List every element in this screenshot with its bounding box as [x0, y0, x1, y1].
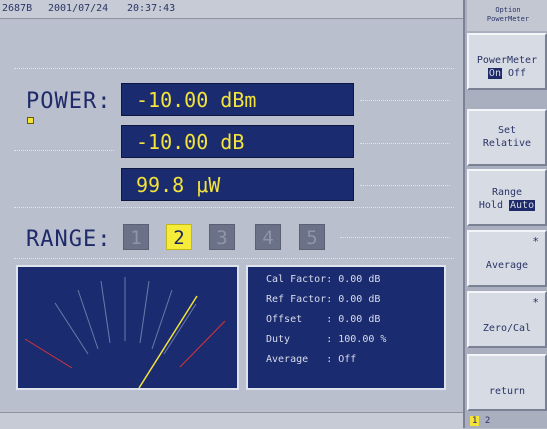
return-softkey[interactable]: return — [467, 354, 547, 411]
meter-tick — [54, 302, 89, 355]
meter-scale — [24, 277, 226, 389]
zero-cal-softkey[interactable]: * Zero/Cal — [467, 291, 547, 348]
hold-option: Hold — [478, 200, 503, 211]
set-relative-line1: Set — [497, 125, 517, 136]
range-box-1: 1 — [123, 224, 149, 250]
onoff-state: On Off — [469, 68, 545, 79]
date-text: 2001/07/24 — [48, 3, 109, 14]
meter-tick — [77, 289, 99, 350]
menu-title-line1: Option — [495, 6, 521, 14]
meter-tick — [139, 280, 150, 344]
page-next: 2 — [484, 416, 491, 426]
range-box-5: 5 — [299, 224, 325, 250]
menu-title-line2: PowerMeter — [486, 15, 530, 23]
meter-tick-red-right — [179, 320, 226, 368]
dotted-guide — [14, 258, 454, 260]
off-option: Off — [508, 68, 527, 79]
ref-factor-row: Ref Factor: 0.00 dB — [266, 294, 381, 305]
main-display: 2687B 2001/07/24 20:37:43 POWER: -10.00 … — [0, 0, 463, 429]
set-relative-softkey[interactable]: Set Relative — [467, 109, 547, 166]
range-mode-state: Hold Auto — [469, 200, 545, 211]
offset-row: Offset : 0.00 dB — [266, 314, 381, 325]
dotted-guide — [360, 143, 450, 145]
return-label: return — [488, 386, 526, 397]
duty-row: Duty : 100.00 % — [266, 334, 387, 345]
range-box-4: 4 — [255, 224, 281, 250]
average-label: Average — [485, 260, 529, 271]
power-label: POWER: — [26, 89, 112, 114]
softkey-panel: Option PowerMeter PowerMeter On Off Set … — [463, 0, 547, 428]
meter-tick — [100, 280, 111, 344]
dotted-guide — [360, 100, 450, 102]
softkey-menu-title: Option PowerMeter — [467, 0, 547, 31]
range-hold-auto-softkey[interactable]: Range Hold Auto — [467, 169, 547, 226]
average-softkey[interactable]: * Average — [467, 230, 547, 287]
submenu-mark: * — [532, 296, 539, 309]
range-mode-label: Range — [491, 187, 523, 198]
dotted-guide — [14, 68, 454, 70]
meter-tick — [163, 303, 197, 355]
time-text: 20:37:43 — [127, 3, 176, 14]
cal-factor-row: Cal Factor: 0.00 dB — [266, 274, 381, 285]
average-row: Average : Off — [266, 354, 357, 365]
dotted-guide — [14, 207, 454, 209]
power-reading-watts: 99.8 μW — [121, 168, 354, 201]
range-box-3: 3 — [209, 224, 235, 250]
dotted-guide — [14, 150, 114, 152]
on-option: On — [487, 68, 502, 79]
range-label: RANGE: — [26, 227, 112, 252]
power-reading-dbm: -10.00 dBm — [121, 83, 354, 116]
bottom-status-bar — [0, 412, 463, 429]
page-indicator: 1 2 — [470, 416, 490, 426]
set-relative-line2: Relative — [482, 138, 532, 149]
powermeter-onoff-softkey[interactable]: PowerMeter On Off — [467, 33, 547, 90]
relative-marker — [27, 117, 34, 124]
settings-panel: Cal Factor: 0.00 dB Ref Factor: 0.00 dB … — [246, 265, 446, 390]
range-box-2: 2 — [166, 224, 192, 250]
model-number: 2687B — [2, 3, 33, 14]
powermeter-label: PowerMeter — [476, 55, 538, 66]
auto-option: Auto — [509, 200, 536, 211]
dotted-guide — [340, 237, 450, 239]
page-current: 1 — [470, 416, 480, 426]
power-reading-db: -10.00 dB — [121, 125, 354, 158]
dotted-guide — [360, 185, 450, 187]
meter-needle — [138, 295, 198, 389]
zero-cal-label: Zero/Cal — [482, 323, 532, 334]
submenu-mark: * — [532, 235, 539, 248]
status-bar: 2687B 2001/07/24 20:37:43 — [0, 0, 463, 19]
meter-tick-red-left — [24, 338, 73, 369]
analog-meter — [16, 265, 239, 390]
